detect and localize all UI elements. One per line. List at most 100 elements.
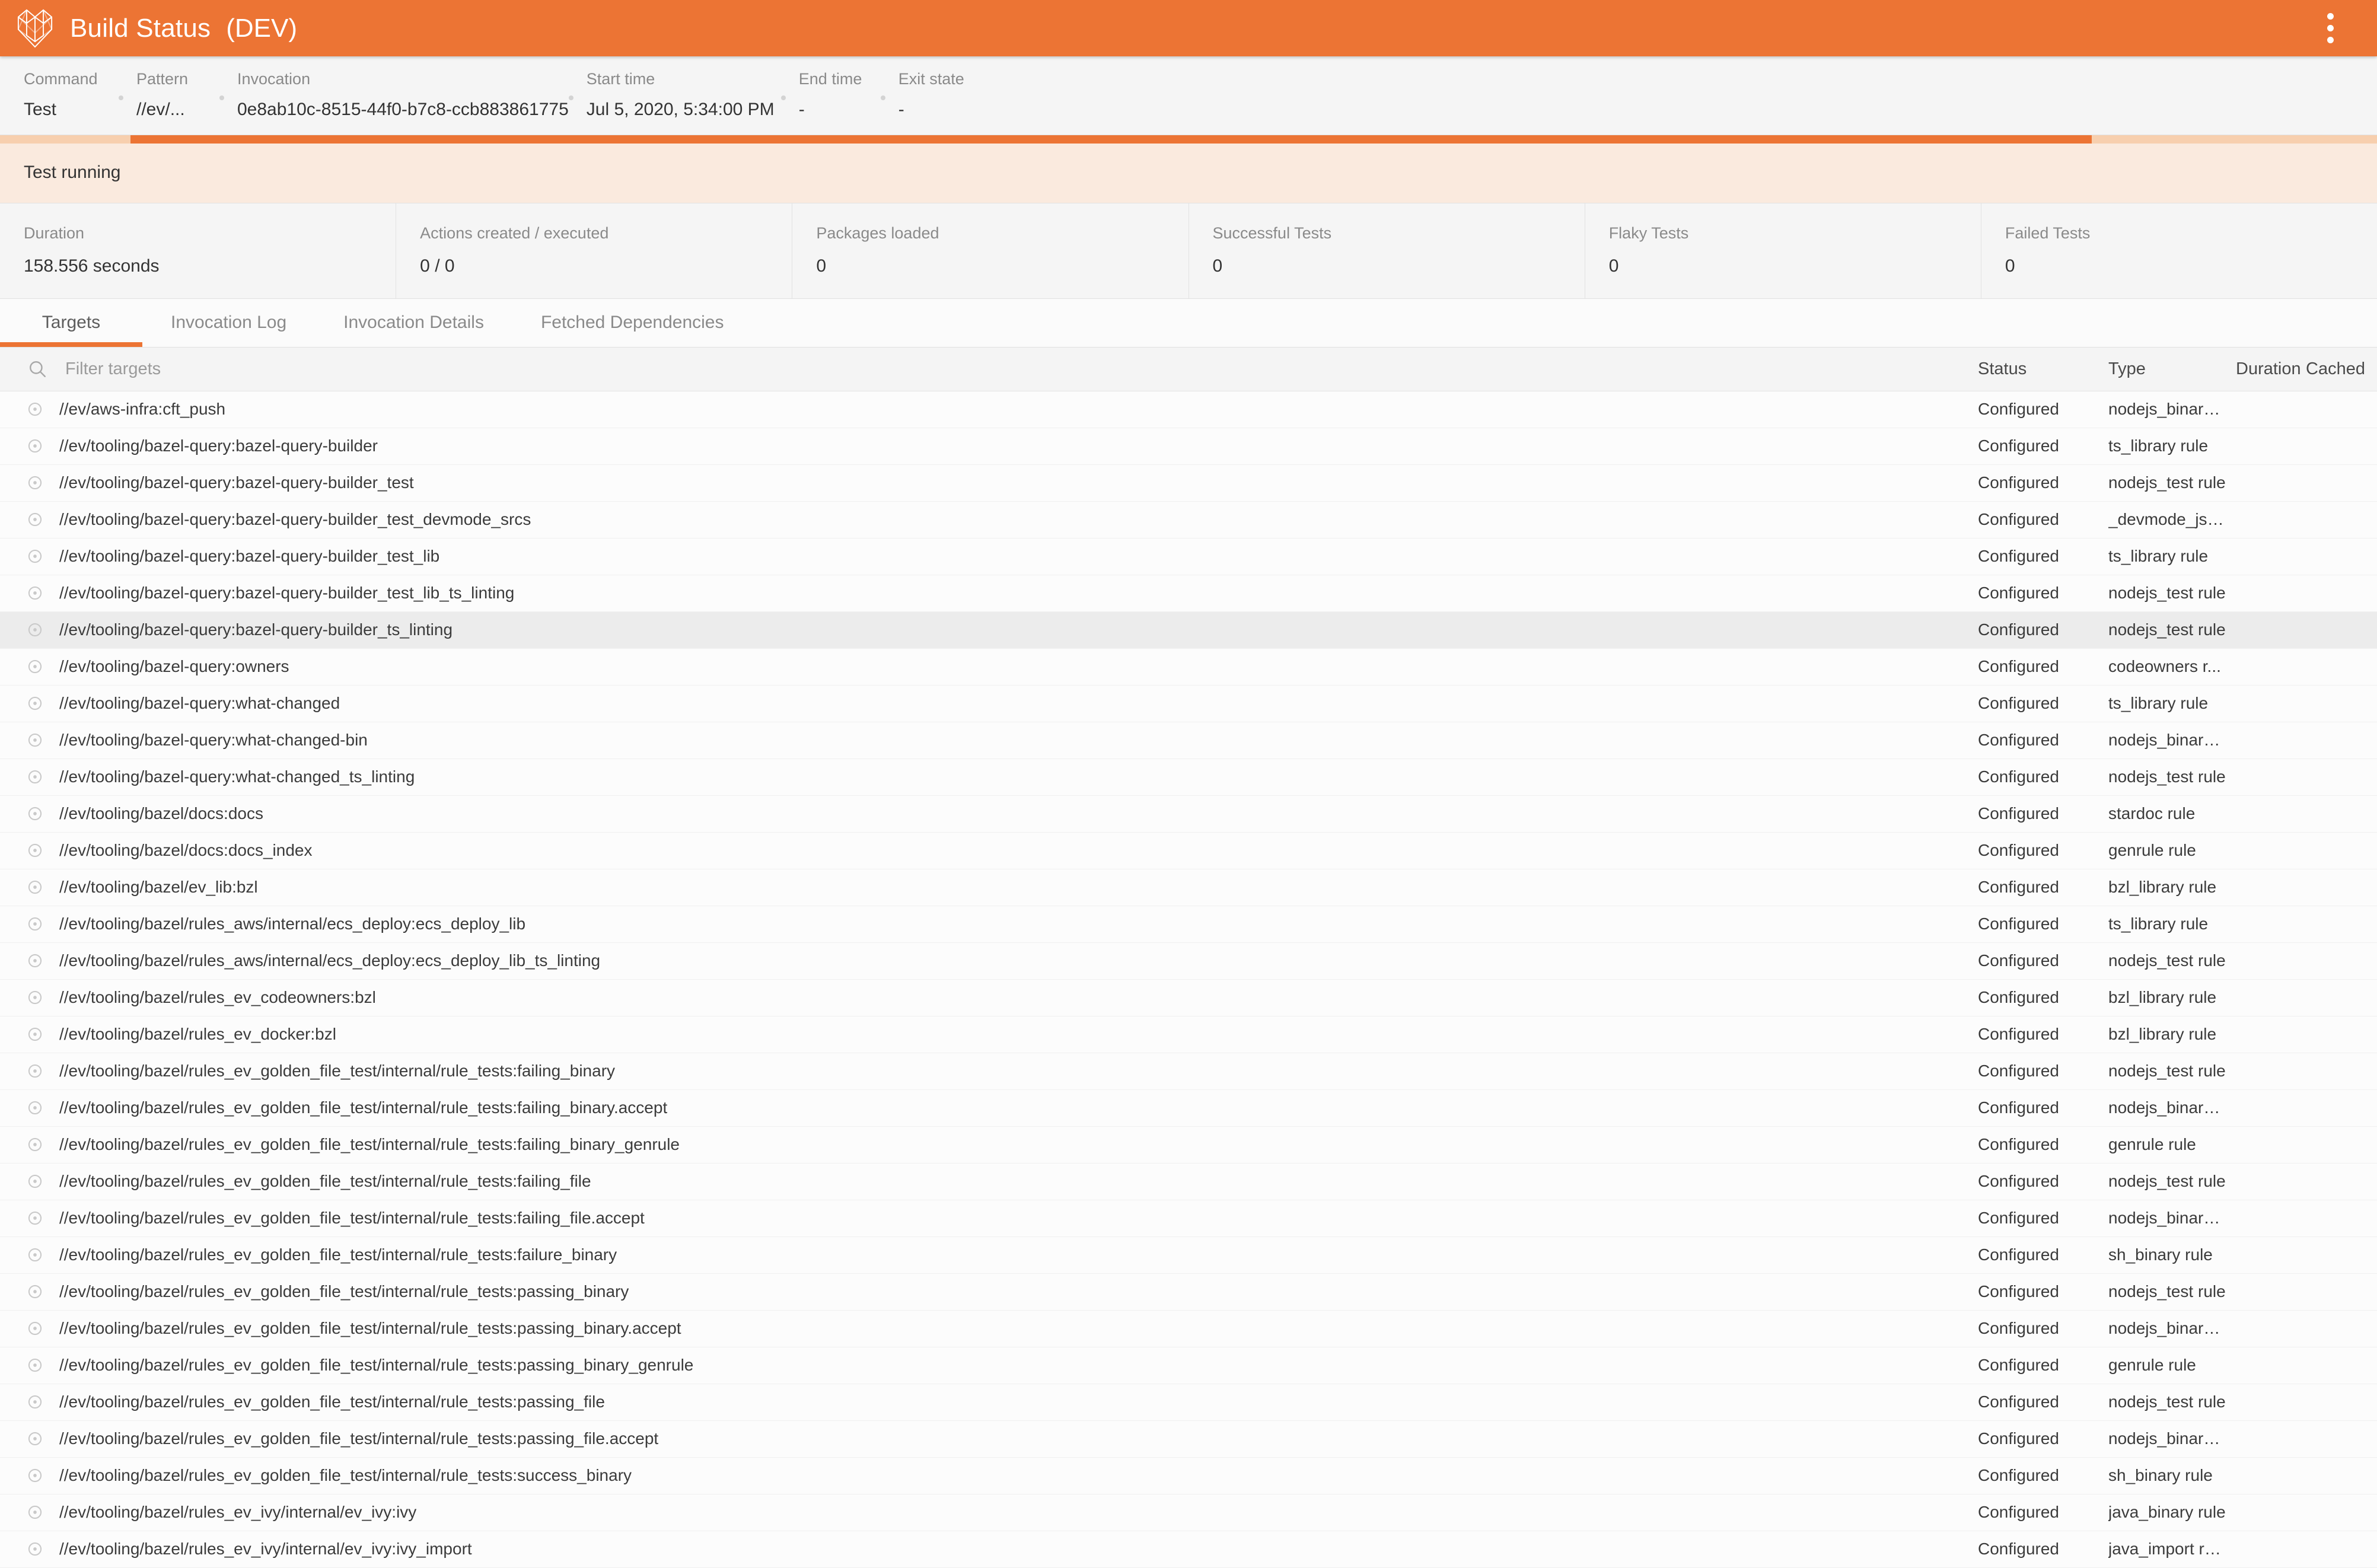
- table-row[interactable]: //ev/tooling/bazel/rules_ev_codeowners:b…: [0, 979, 2377, 1016]
- table-row[interactable]: //ev/tooling/bazel-query:bazel-query-bui…: [0, 538, 2377, 575]
- target-cell[interactable]: //ev/tooling/bazel-query:bazel-query-bui…: [0, 620, 1978, 639]
- target-cell[interactable]: //ev/tooling/bazel/rules_ev_golden_file_…: [0, 1245, 1978, 1264]
- target-cell[interactable]: //ev/tooling/bazel-query:what-changed_ts…: [0, 767, 1978, 786]
- target-cell[interactable]: //ev/tooling/bazel/rules_ev_golden_file_…: [0, 1429, 1978, 1448]
- table-row[interactable]: //ev/tooling/bazel/rules_ev_golden_file_…: [0, 1310, 2377, 1347]
- table-row[interactable]: //ev/tooling/bazel-query:what-changed_ts…: [0, 758, 2377, 796]
- target-cell[interactable]: //ev/tooling/bazel/rules_aws/internal/ec…: [0, 951, 1978, 970]
- table-row[interactable]: //ev/tooling/bazel/rules_aws/internal/ec…: [0, 942, 2377, 980]
- target-cell[interactable]: //ev/tooling/bazel-query:owners: [0, 657, 1978, 676]
- target-cell[interactable]: //ev/tooling/bazel/rules_ev_golden_file_…: [0, 1356, 1978, 1375]
- table-row[interactable]: //ev/tooling/bazel/rules_ev_golden_file_…: [0, 1236, 2377, 1274]
- target-cell[interactable]: //ev/tooling/bazel-query:bazel-query-bui…: [0, 510, 1978, 529]
- target-cell[interactable]: //ev/tooling/bazel/rules_ev_golden_file_…: [0, 1062, 1978, 1081]
- target-cell[interactable]: //ev/tooling/bazel-query:bazel-query-bui…: [0, 473, 1978, 492]
- app-logo-icon: [13, 7, 57, 50]
- target-cell[interactable]: //ev/tooling/bazel/rules_ev_golden_file_…: [0, 1282, 1978, 1301]
- target-cell[interactable]: //ev/tooling/bazel/ev_lib:bzl: [0, 878, 1978, 897]
- column-header-cached[interactable]: Cached: [2306, 359, 2377, 379]
- target-cell[interactable]: //ev/tooling/bazel/rules_ev_golden_file_…: [0, 1319, 1978, 1338]
- stat-label: Actions created / executed: [420, 224, 609, 242]
- target-status-cell: Configured: [1978, 510, 2059, 528]
- table-row[interactable]: //ev/tooling/bazel/rules_ev_golden_file_…: [0, 1089, 2377, 1127]
- target-status-cell: Configured: [1978, 1172, 2059, 1190]
- meta-start-time-label: Start time: [586, 70, 655, 88]
- target-cell[interactable]: //ev/tooling/bazel/rules_aws/internal/ec…: [0, 914, 1978, 933]
- table-row[interactable]: //ev/tooling/bazel-query:bazel-query-bui…: [0, 575, 2377, 612]
- target-cell[interactable]: //ev/tooling/bazel-query:what-changed-bi…: [0, 731, 1978, 750]
- table-row[interactable]: //ev/tooling/bazel/rules_ev_ivy/internal…: [0, 1531, 2377, 1568]
- target-cell[interactable]: //ev/tooling/bazel-query:bazel-query-bui…: [0, 547, 1978, 566]
- column-header-status[interactable]: Status: [1978, 359, 2108, 379]
- target-type-cell: sh_binary rule: [2108, 1466, 2213, 1484]
- target-name: //ev/tooling/bazel/rules_ev_golden_file_…: [59, 1319, 681, 1337]
- tab-invocation-details[interactable]: Invocation Details: [315, 299, 512, 347]
- table-row[interactable]: //ev/tooling/bazel/rules_ev_golden_file_…: [0, 1053, 2377, 1090]
- target-cell[interactable]: //ev/tooling/bazel/rules_ev_codeowners:b…: [0, 988, 1978, 1007]
- target-cell[interactable]: //ev/tooling/bazel-query:bazel-query-bui…: [0, 436, 1978, 455]
- table-row[interactable]: //ev/tooling/bazel/rules_ev_golden_file_…: [0, 1163, 2377, 1200]
- stat-value: 0: [816, 256, 827, 276]
- target-type-cell: codeowners r...: [2108, 657, 2221, 675]
- stat-label: Successful Tests: [1212, 224, 1332, 242]
- target-cell[interactable]: //ev/tooling/bazel/rules_ev_golden_file_…: [0, 1098, 1978, 1117]
- target-status-cell: Configured: [1978, 767, 2059, 786]
- table-row[interactable]: //ev/tooling/bazel/docs:docs_index Config…: [0, 832, 2377, 869]
- meta-separator-dot: [119, 95, 123, 100]
- table-row[interactable]: //ev/aws-infra:cft_push Configured nodejs_…: [0, 391, 2377, 428]
- table-row[interactable]: //ev/tooling/bazel/rules_aws/internal/ec…: [0, 906, 2377, 943]
- target-cell[interactable]: //ev/tooling/bazel/rules_ev_ivy/internal…: [0, 1503, 1978, 1522]
- table-row[interactable]: //ev/tooling/bazel/rules_ev_golden_file_…: [0, 1384, 2377, 1421]
- table-row[interactable]: //ev/tooling/bazel-query:bazel-query-bui…: [0, 428, 2377, 465]
- kebab-menu-icon[interactable]: [2321, 7, 2339, 50]
- target-type-cell: nodejs_test rule: [2108, 1172, 2226, 1190]
- target-cell[interactable]: //ev/tooling/bazel/docs:docs: [0, 804, 1978, 823]
- table-row[interactable]: //ev/tooling/bazel/docs:docs Configured st…: [0, 795, 2377, 833]
- target-status-pending-icon: [27, 916, 43, 932]
- column-header-type[interactable]: Type: [2108, 359, 2236, 379]
- table-row[interactable]: //ev/tooling/bazel/ev_lib:bzl Configured b…: [0, 869, 2377, 906]
- tab-invocation-log[interactable]: Invocation Log: [142, 299, 315, 347]
- target-status-cell: Configured: [1978, 1098, 2059, 1117]
- table-row[interactable]: //ev/tooling/bazel/rules_ev_golden_file_…: [0, 1273, 2377, 1311]
- target-cell[interactable]: //ev/tooling/bazel-query:bazel-query-bui…: [0, 584, 1978, 603]
- target-status-cell: Configured: [1978, 1282, 2059, 1301]
- meta-command: Command Test: [24, 69, 119, 120]
- filter-targets-input[interactable]: [65, 347, 1978, 391]
- target-status-pending-icon: [27, 696, 43, 711]
- target-cell[interactable]: //ev/tooling/bazel/rules_ev_golden_file_…: [0, 1209, 1978, 1228]
- tab-targets[interactable]: Targets: [0, 299, 142, 347]
- target-cell[interactable]: //ev/tooling/bazel/rules_ev_golden_file_…: [0, 1172, 1978, 1191]
- table-row[interactable]: //ev/tooling/bazel/rules_ev_ivy/internal…: [0, 1494, 2377, 1531]
- target-name: //ev/tooling/bazel/rules_ev_golden_file_…: [59, 1429, 659, 1448]
- target-cell[interactable]: //ev/aws-infra:cft_push: [0, 400, 1978, 419]
- stat-label: Packages loaded: [816, 224, 939, 242]
- target-type-cell: java_binary rule: [2108, 1503, 2226, 1521]
- table-row[interactable]: //ev/tooling/bazel/rules_ev_golden_file_…: [0, 1347, 2377, 1384]
- target-status-pending-icon: [27, 1137, 43, 1152]
- table-row[interactable]: //ev/tooling/bazel/rules_ev_golden_file_…: [0, 1420, 2377, 1458]
- tab-fetched-dependencies[interactable]: Fetched Dependencies: [512, 299, 753, 347]
- table-row[interactable]: //ev/tooling/bazel-query:what-changed Con…: [0, 685, 2377, 722]
- target-cell[interactable]: //ev/tooling/bazel/rules_ev_ivy/internal…: [0, 1540, 1978, 1559]
- target-cell[interactable]: //ev/tooling/bazel/docs:docs_index: [0, 841, 1978, 860]
- table-row[interactable]: //ev/tooling/bazel-query:bazel-query-bui…: [0, 501, 2377, 538]
- target-name: //ev/tooling/bazel/rules_ev_golden_file_…: [59, 1392, 605, 1411]
- target-cell[interactable]: //ev/tooling/bazel/rules_ev_golden_file_…: [0, 1466, 1978, 1485]
- table-row[interactable]: //ev/tooling/bazel-query:bazel-query-bui…: [0, 464, 2377, 502]
- table-row[interactable]: //ev/tooling/bazel/rules_ev_golden_file_…: [0, 1457, 2377, 1494]
- table-row[interactable]: //ev/tooling/bazel/rules_ev_docker:bzl Co…: [0, 1016, 2377, 1053]
- table-row[interactable]: //ev/tooling/bazel/rules_ev_golden_file_…: [0, 1200, 2377, 1237]
- target-cell[interactable]: //ev/tooling/bazel/rules_ev_golden_file_…: [0, 1392, 1978, 1411]
- table-row[interactable]: //ev/tooling/bazel-query:bazel-query-bui…: [0, 611, 2377, 649]
- target-status-cell: Configured: [1978, 620, 2059, 639]
- target-cell[interactable]: //ev/tooling/bazel/rules_ev_golden_file_…: [0, 1135, 1978, 1154]
- table-row[interactable]: //ev/tooling/bazel-query:owners Configure…: [0, 648, 2377, 686]
- target-cell[interactable]: //ev/tooling/bazel/rules_ev_docker:bzl: [0, 1025, 1978, 1044]
- target-type-cell: ts_library rule: [2108, 547, 2209, 565]
- target-cell[interactable]: //ev/tooling/bazel-query:what-changed: [0, 694, 1978, 713]
- column-header-duration[interactable]: Duration: [2236, 359, 2306, 379]
- stat-value: 0 / 0: [420, 256, 455, 276]
- table-row[interactable]: //ev/tooling/bazel-query:what-changed-bi…: [0, 722, 2377, 759]
- table-row[interactable]: //ev/tooling/bazel/rules_ev_golden_file_…: [0, 1126, 2377, 1164]
